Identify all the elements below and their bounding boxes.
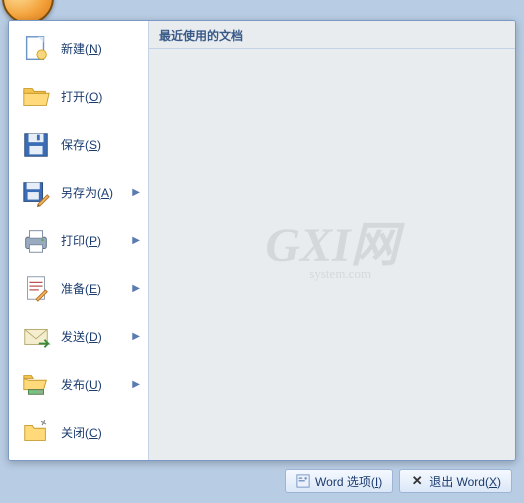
chevron-right-icon: ▶ bbox=[132, 235, 140, 246]
publish-server-icon bbox=[21, 369, 51, 399]
menu-label-prepare: 准备(E) bbox=[61, 280, 128, 297]
menu-item-prepare[interactable]: 准备(E) ▶ bbox=[9, 264, 148, 312]
menu-label-new: 新建(N) bbox=[61, 40, 140, 57]
chevron-right-icon: ▶ bbox=[132, 331, 140, 342]
menu-label-close: 关闭(C) bbox=[61, 424, 140, 441]
options-icon bbox=[296, 474, 310, 488]
close-folder-icon bbox=[21, 417, 51, 447]
recent-documents-panel: 最近使用的文档 GXI网 system.com bbox=[149, 21, 515, 460]
menu-label-send: 发送(D) bbox=[61, 328, 128, 345]
footer-bar: Word 选项(I) ✕ 退出 Word(X) bbox=[8, 465, 516, 497]
menu-item-open[interactable]: 打开(O) bbox=[9, 73, 148, 121]
menu-item-close[interactable]: 关闭(C) bbox=[9, 408, 148, 456]
printer-icon bbox=[21, 226, 51, 256]
menu-item-new[interactable]: 新建(N) bbox=[9, 25, 148, 73]
menu-label-print: 打印(P) bbox=[61, 232, 128, 249]
menu-label-save: 保存(S) bbox=[61, 136, 140, 153]
send-envelope-icon bbox=[21, 321, 51, 351]
exit-word-label: 退出 Word(X) bbox=[429, 473, 501, 490]
watermark: GXI网 system.com bbox=[265, 222, 398, 282]
watermark-line1: GXI网 bbox=[265, 222, 398, 270]
menu-left-column: 新建(N) 打开(O) 保存(S) 另存为(A) ▶ 打印(P) bbox=[9, 21, 149, 460]
chevron-right-icon: ▶ bbox=[132, 379, 140, 390]
new-document-icon bbox=[21, 34, 51, 64]
menu-item-save[interactable]: 保存(S) bbox=[9, 121, 148, 169]
menu-item-saveas[interactable]: 另存为(A) ▶ bbox=[9, 169, 148, 217]
save-floppy-icon bbox=[21, 130, 51, 160]
menu-label-open: 打开(O) bbox=[61, 88, 140, 105]
chevron-right-icon: ▶ bbox=[132, 187, 140, 198]
open-folder-icon bbox=[21, 82, 51, 112]
word-options-button[interactable]: Word 选项(I) bbox=[285, 469, 393, 493]
menu-item-send[interactable]: 发送(D) ▶ bbox=[9, 312, 148, 360]
office-menu-panel: 新建(N) 打开(O) 保存(S) 另存为(A) ▶ 打印(P) bbox=[8, 20, 516, 461]
menu-item-publish[interactable]: 发布(U) ▶ bbox=[9, 360, 148, 408]
recent-documents-list: GXI网 system.com bbox=[149, 49, 515, 460]
prepare-document-icon bbox=[21, 273, 51, 303]
recent-documents-header: 最近使用的文档 bbox=[149, 21, 515, 49]
chevron-right-icon: ▶ bbox=[132, 283, 140, 294]
watermark-line2: system.com bbox=[265, 266, 398, 282]
exit-word-button[interactable]: ✕ 退出 Word(X) bbox=[399, 469, 512, 493]
close-x-icon: ✕ bbox=[410, 474, 424, 488]
menu-label-publish: 发布(U) bbox=[61, 376, 128, 393]
menu-label-saveas: 另存为(A) bbox=[61, 184, 128, 201]
menu-item-print[interactable]: 打印(P) ▶ bbox=[9, 217, 148, 265]
word-options-label: Word 选项(I) bbox=[315, 473, 382, 490]
saveas-floppy-pencil-icon bbox=[21, 178, 51, 208]
